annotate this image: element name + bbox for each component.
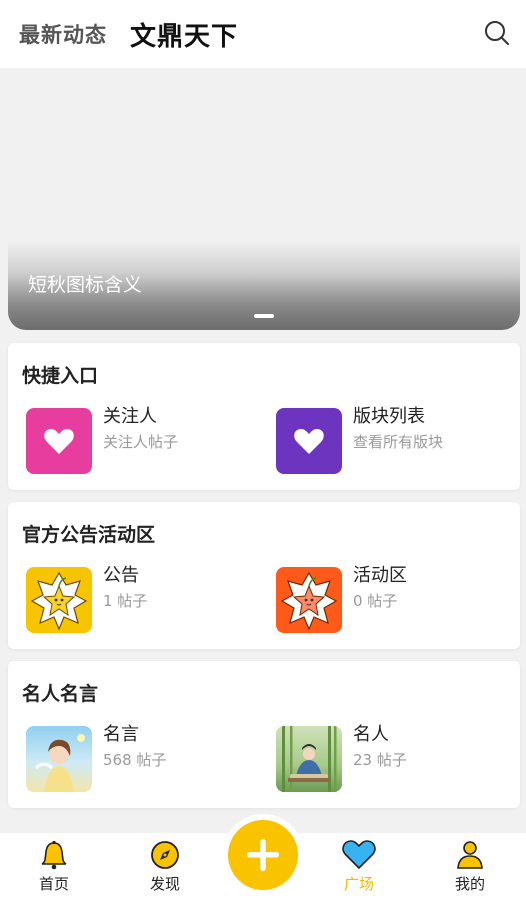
- fab-circle: [228, 820, 298, 890]
- entry-subtitle: 查看所有版块: [353, 433, 444, 451]
- card-title: 快捷入口: [22, 365, 99, 387]
- tab-main[interactable]: 文鼎天下: [130, 16, 238, 53]
- heart-icon: [276, 408, 342, 474]
- entry-name: 版块列表: [353, 406, 425, 427]
- entry-name: 名人: [353, 724, 389, 745]
- official-card: 官方公告活动区 公告 1 帖子 活动区 0 帖子: [8, 502, 520, 649]
- compass-icon: [151, 841, 179, 869]
- entry-subtitle: 0 帖子: [353, 592, 398, 610]
- entry-name: 活动区: [353, 565, 407, 586]
- nav-home[interactable]: 首页: [19, 833, 89, 901]
- quick-entry-card: 快捷入口 关注人 关注人帖子 版块列表 查看所有版块: [8, 343, 520, 490]
- girl-illustration: [26, 726, 92, 792]
- entry-follow[interactable]: 关注人 关注人帖子: [26, 406, 266, 478]
- nav-square[interactable]: 广场: [324, 833, 394, 901]
- person-icon: [457, 841, 483, 869]
- nav-label: 首页: [38, 875, 69, 893]
- card-title: 官方公告活动区: [22, 524, 156, 546]
- banner-caption: 短秋图标含义: [28, 274, 143, 296]
- search-icon[interactable]: [484, 20, 510, 46]
- entry-quotes[interactable]: 名言 568 帖子: [26, 724, 266, 796]
- nav-label: 广场: [343, 875, 374, 893]
- create-post-button[interactable]: [222, 814, 304, 896]
- heart-icon: [342, 840, 376, 870]
- nav-label: 我的: [454, 875, 485, 893]
- entry-subtitle: 568 帖子: [103, 751, 167, 769]
- scholar-illustration: [276, 726, 342, 792]
- card-title: 名人名言: [22, 683, 99, 705]
- entry-name: 名言: [103, 724, 139, 745]
- star-maple-icon: [276, 567, 342, 633]
- nav-mine[interactable]: 我的: [435, 833, 505, 901]
- entry-name: 公告: [103, 565, 139, 586]
- entry-board-list[interactable]: 版块列表 查看所有版块: [276, 406, 516, 478]
- entry-announcement[interactable]: 公告 1 帖子: [26, 565, 266, 637]
- banner-carousel[interactable]: 短秋图标含义: [8, 68, 520, 330]
- nav-discover[interactable]: 发现: [130, 833, 200, 901]
- entry-name: 关注人: [103, 406, 157, 427]
- quotes-card: 名人名言 名言 568 帖子 名人 23 帖子: [8, 661, 520, 808]
- bell-icon: [41, 840, 67, 870]
- carousel-indicator: [254, 314, 274, 318]
- top-header: 最新动态 文鼎天下: [0, 0, 526, 68]
- plus-icon: [247, 839, 279, 871]
- star-maple-icon: [26, 567, 92, 633]
- entry-subtitle: 23 帖子: [353, 751, 407, 769]
- entry-activity[interactable]: 活动区 0 帖子: [276, 565, 516, 637]
- entry-subtitle: 关注人帖子: [103, 433, 179, 451]
- nav-label: 发现: [149, 875, 180, 893]
- entry-subtitle: 1 帖子: [103, 592, 148, 610]
- entry-celebrities[interactable]: 名人 23 帖子: [276, 724, 516, 796]
- tab-latest[interactable]: 最新动态: [19, 19, 107, 49]
- heart-icon: [26, 408, 92, 474]
